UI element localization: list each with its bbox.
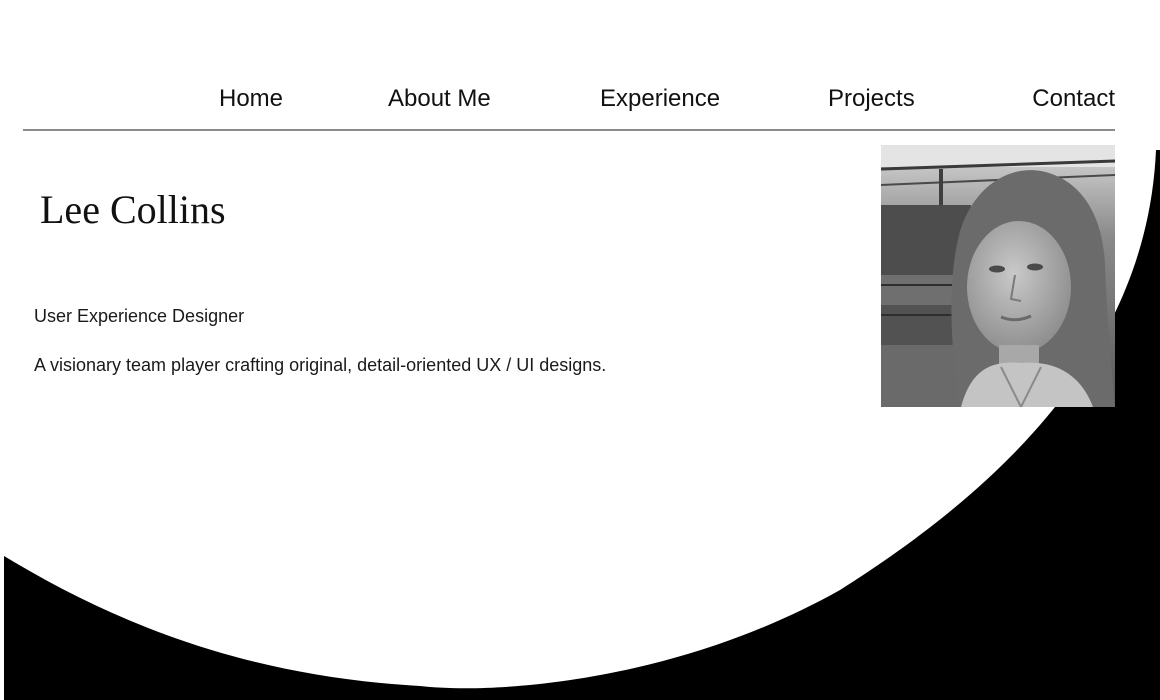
profile-tagline: A visionary team player crafting origina… [34, 355, 607, 375]
nav-item-contact[interactable]: Contact [1032, 84, 1115, 114]
nav-item-about-me[interactable]: About Me [388, 84, 491, 114]
profile-name: Lee Collins [40, 187, 226, 232]
main-navigation: Home About Me Experience Projects Contac… [0, 84, 1160, 114]
nav-item-experience[interactable]: Experience [600, 84, 720, 114]
nav-item-projects[interactable]: Projects [828, 84, 915, 114]
navigation-divider [23, 129, 1115, 131]
nav-item-home[interactable]: Home [219, 84, 283, 114]
profile-role: User Experience Designer [34, 306, 245, 326]
profile-photo [881, 145, 1115, 407]
